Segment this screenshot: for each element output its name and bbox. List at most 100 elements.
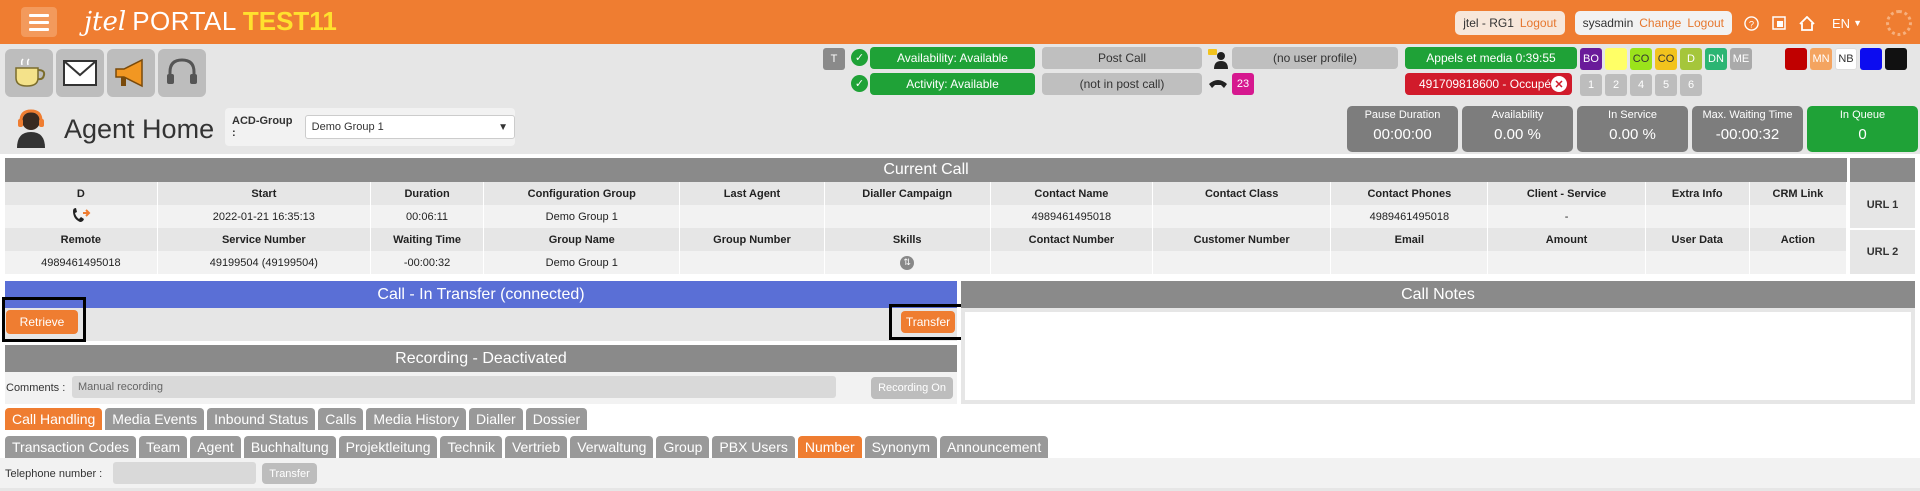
call-notes-header: Call Notes — [961, 281, 1915, 308]
state-code-badge[interactable] — [1860, 48, 1882, 70]
kpi-title: In Service — [1608, 109, 1657, 121]
state-number-badge[interactable]: 4 — [1630, 74, 1652, 96]
tab-media-history[interactable]: Media History — [366, 408, 467, 430]
column-header: Service Number — [157, 228, 371, 251]
help-icon[interactable]: ? — [1742, 14, 1760, 32]
logo-jtel: jtel — [84, 7, 127, 37]
table-cell — [824, 205, 991, 228]
call-notes-textarea[interactable] — [965, 312, 1911, 400]
current-call-table: D Start Duration Configuration Group Last Ag… — [5, 182, 1848, 274]
recording-header: Recording - Deactivated — [5, 345, 957, 372]
column-header: Action — [1749, 228, 1848, 251]
comments-label: Comments : — [6, 382, 66, 394]
state-number-badge[interactable]: 2 — [1605, 74, 1627, 96]
state-code-badge[interactable]: CO — [1655, 48, 1677, 70]
transfer-button[interactable]: Transfer — [901, 311, 955, 333]
state-code-badge[interactable]: D — [1680, 48, 1702, 70]
table-cell — [1152, 205, 1332, 228]
state-number-badge[interactable]: 1 — [1580, 74, 1602, 96]
user-logout-link[interactable]: Logout — [1687, 16, 1724, 30]
page-title: Agent Home — [64, 114, 215, 144]
busy-number-status[interactable]: 491709818600 - Occupé — [1405, 73, 1572, 95]
user-change-link[interactable]: Change — [1639, 16, 1681, 30]
recording-on-button[interactable]: Recording On — [871, 377, 953, 399]
skills-icon[interactable]: ⇅ — [900, 255, 915, 270]
language-select[interactable]: EN ▼ — [1832, 16, 1862, 31]
state-code-badge[interactable]: CO — [1630, 48, 1652, 70]
state-code-badge[interactable]: MN — [1810, 48, 1832, 70]
table-cell: 4989461495018 — [1330, 205, 1489, 228]
url-header-spacer — [1850, 158, 1915, 182]
telephone-input[interactable] — [113, 462, 256, 484]
table-cell — [5, 205, 158, 228]
table-cell: 00:06:11 — [370, 205, 485, 228]
column-header: Amount — [1487, 228, 1646, 251]
menu-icon[interactable] — [21, 7, 57, 37]
column-header: Contact Name — [990, 182, 1154, 205]
user-label: sysadmin — [1582, 16, 1634, 30]
tab-announcement[interactable]: Announcement — [940, 436, 1049, 458]
table-cell — [1749, 251, 1848, 274]
state-code-badge[interactable]: ME — [1730, 48, 1752, 70]
tab-group[interactable]: Group — [656, 436, 710, 458]
queue-count-badge[interactable]: 23 — [1232, 73, 1254, 95]
tab-dossier[interactable]: Dossier — [525, 408, 588, 430]
tab-verwaltung[interactable]: Verwaltung — [570, 436, 654, 458]
column-header: D — [5, 182, 158, 205]
tab-number[interactable]: Number — [797, 436, 862, 458]
tab-projektleitung[interactable]: Projektleitung — [338, 436, 438, 458]
column-header: Waiting Time — [370, 228, 485, 251]
close-icon[interactable]: ✕ — [1551, 76, 1567, 92]
column-header: Contact Number — [990, 228, 1154, 251]
tab-buchhaltung[interactable]: Buchhaltung — [243, 436, 336, 458]
tab-synonym[interactable]: Synonym — [864, 436, 938, 458]
state-code-badge[interactable] — [1885, 48, 1907, 70]
tab-technik[interactable]: Technik — [440, 436, 502, 458]
user-chat-icon[interactable] — [1207, 48, 1229, 73]
state-number-badge[interactable]: 6 — [1680, 74, 1702, 96]
tab-inbound-status[interactable]: Inbound Status — [207, 408, 316, 430]
state-code-badge[interactable]: DN — [1705, 48, 1727, 70]
column-header: Duration — [370, 182, 485, 205]
kpi-card: Max. Waiting Time -00:00:32 — [1692, 106, 1803, 152]
logo-portal: PORTAL — [132, 6, 237, 36]
activity-check-icon: ✓ — [851, 75, 868, 92]
tab-transaction-codes[interactable]: Transaction Codes — [5, 436, 136, 458]
tab-vertrieb[interactable]: Vertrieb — [504, 436, 568, 458]
column-header: Configuration Group — [483, 182, 681, 205]
coffee-icon[interactable] — [5, 49, 53, 97]
appels-media-status[interactable]: Appels et media 0:39:55 — [1405, 47, 1577, 69]
retrieve-button[interactable]: Retrieve — [6, 310, 78, 334]
client-logout-link[interactable]: Logout — [1520, 16, 1557, 30]
state-code-badge[interactable]: NB — [1835, 48, 1857, 70]
table-cell: Demo Group 1 — [483, 251, 681, 274]
home-icon[interactable] — [1798, 14, 1816, 32]
tab-media-events[interactable]: Media Events — [105, 408, 205, 430]
state-code-badge[interactable]: BO — [1580, 48, 1602, 70]
window-icon[interactable] — [1770, 14, 1788, 32]
tab-team[interactable]: Team — [138, 436, 188, 458]
state-number-badge[interactable]: 5 — [1655, 74, 1677, 96]
tab-dialler[interactable]: Dialler — [469, 408, 523, 430]
availability-status[interactable]: Availability: Available — [870, 47, 1035, 69]
url-2-label[interactable]: URL 2 — [1850, 228, 1915, 274]
tab-pbx-users[interactable]: PBX Users — [712, 436, 795, 458]
state-code-badge[interactable] — [1785, 48, 1807, 70]
telephone-transfer-button[interactable]: Transfer — [262, 463, 317, 484]
megaphone-icon[interactable] — [107, 49, 155, 97]
tab-agent[interactable]: Agent — [190, 436, 241, 458]
acd-group-select[interactable]: Demo Group 1 ▼ — [304, 115, 515, 139]
state-codes-extra: MN NB — [1785, 48, 1907, 70]
tabs-row-2: Transaction Codes Team Agent Buchhaltung Pro… — [5, 436, 1049, 458]
headset-icon[interactable] — [158, 49, 206, 97]
email-icon[interactable] — [56, 49, 104, 97]
table-cell: Demo Group 1 — [483, 205, 681, 228]
activity-status[interactable]: Activity: Available — [870, 73, 1035, 95]
state-code-badge[interactable] — [1605, 48, 1627, 70]
comments-input[interactable]: Manual recording — [72, 376, 836, 398]
tab-calls[interactable]: Calls — [318, 408, 364, 430]
svg-text:?: ? — [1748, 19, 1753, 29]
logo: jtel PORTAL TEST11 — [84, 6, 337, 38]
tab-call-handling[interactable]: Call Handling — [5, 408, 103, 430]
url-1-label[interactable]: URL 1 — [1850, 182, 1915, 228]
